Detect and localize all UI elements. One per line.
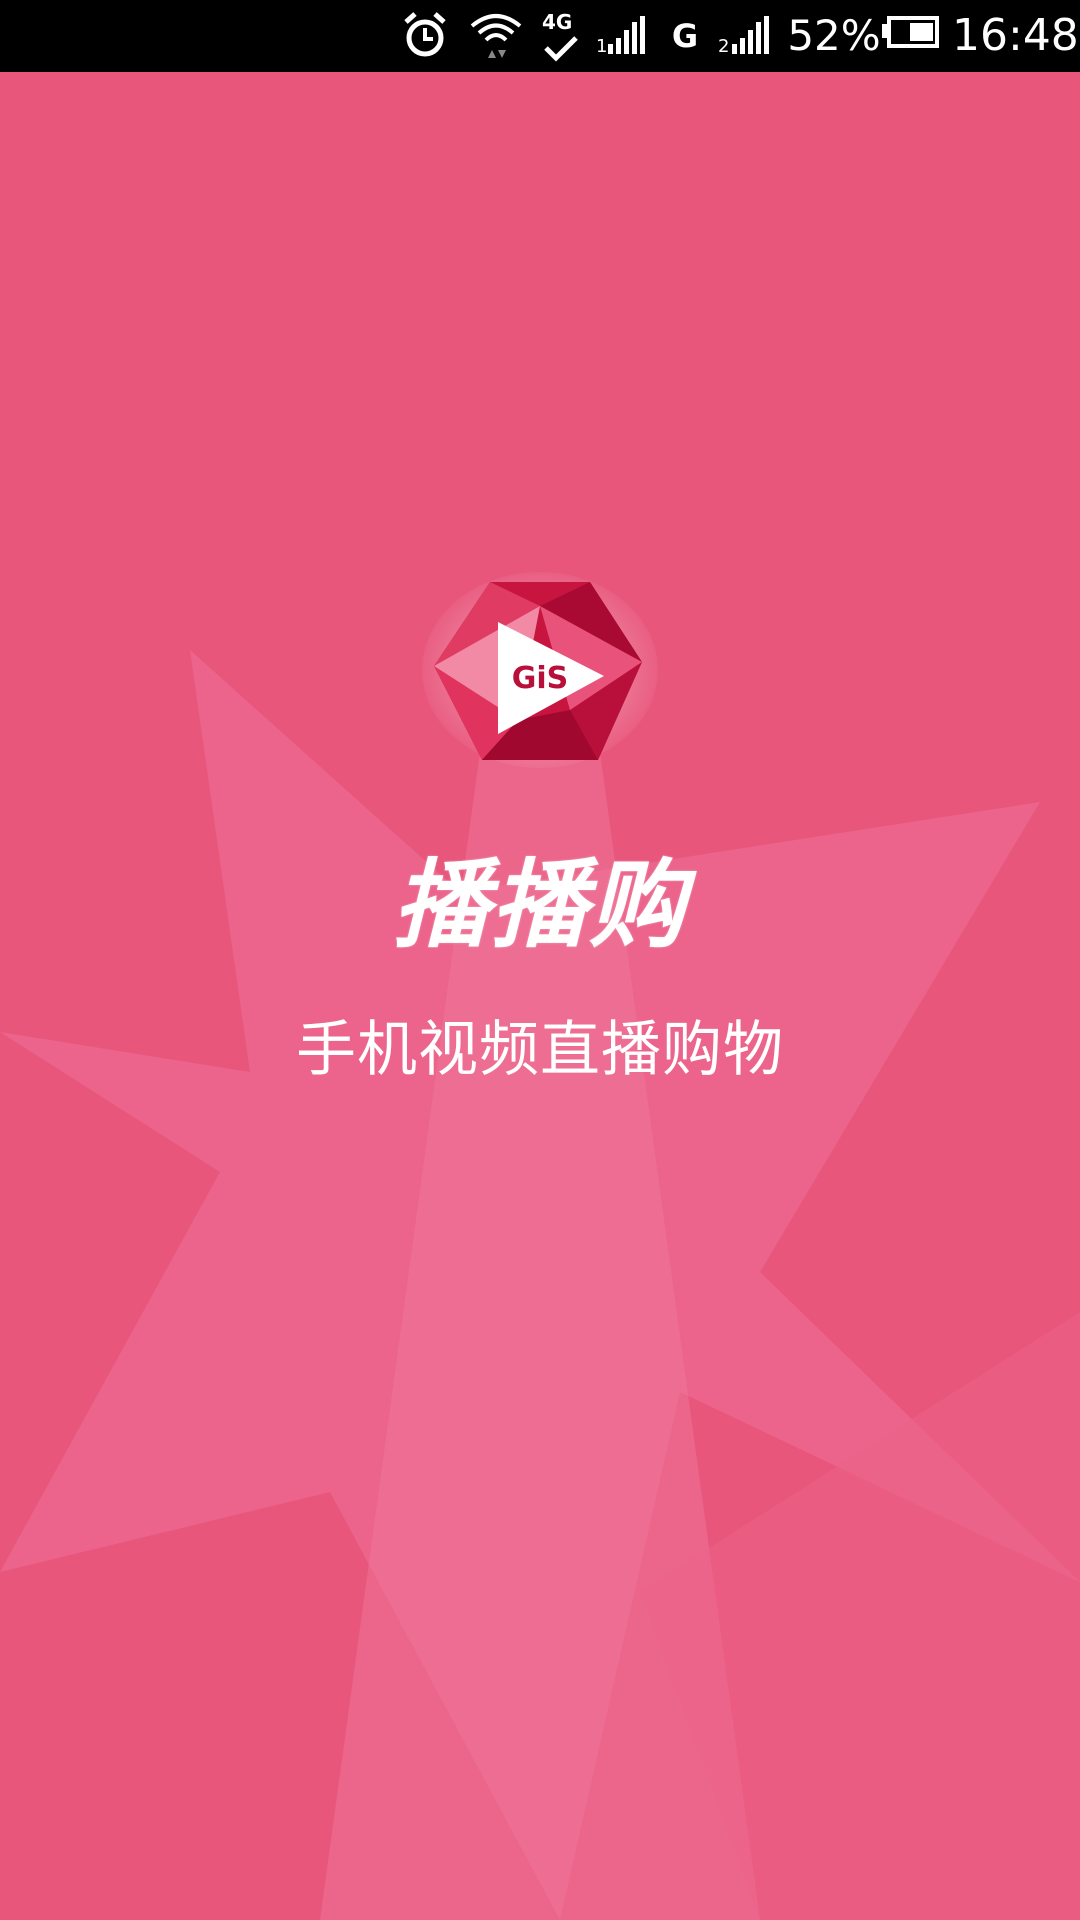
battery-icon — [882, 16, 939, 48]
splash-screen: 4G 1 G 2 52% 16:48 GiS 播播购 手机视频直播购物 — [0, 0, 1080, 1920]
app-slogan: 手机视频直播购物 — [296, 1015, 784, 1085]
status-bar: 4G 1 G 2 52% 16:48 — [0, 0, 1080, 72]
app-name: 播播购 — [393, 849, 687, 961]
4g-icon: 4G — [538, 0, 582, 72]
alarm-icon — [404, 12, 446, 57]
wifi-icon — [470, 14, 522, 58]
logo-text: GiS — [512, 661, 569, 696]
g-network-icon: G — [668, 0, 702, 72]
svg-text:2: 2 — [718, 36, 729, 57]
status-clock: 16:48 — [952, 10, 1079, 61]
svg-text:1: 1 — [596, 36, 607, 57]
signal-sim2-icon: 2 — [718, 16, 769, 57]
g-network-label: G — [671, 17, 699, 55]
battery-percentage: 52% — [787, 11, 881, 60]
app-logo-gem-icon: GiS — [422, 572, 658, 768]
4g-label: 4G — [542, 10, 573, 34]
background-star-pattern — [0, 72, 1080, 1920]
signal-sim1-icon: 1 — [596, 16, 645, 57]
